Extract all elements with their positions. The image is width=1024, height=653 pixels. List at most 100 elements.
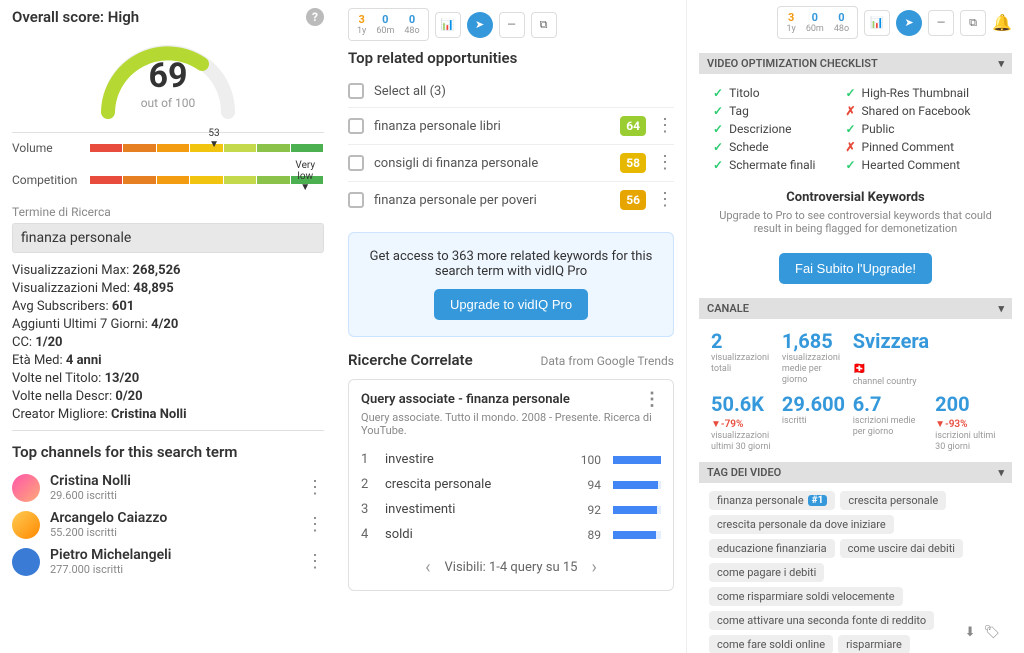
time-badges: 31y 060m 048o 📊 ➤ — ⧉ xyxy=(348,8,674,41)
check-icon: ✓ xyxy=(845,158,855,172)
checklist-item: ✓Descrizione xyxy=(713,120,815,138)
time-badge[interactable]: 060m xyxy=(806,11,824,34)
controversial-title: Controversial Keywords xyxy=(719,190,992,205)
tag[interactable]: crescita personale da dove iniziare xyxy=(709,515,894,534)
time-badge[interactable]: 048o xyxy=(404,13,419,36)
next-icon[interactable]: › xyxy=(591,557,596,578)
query-row[interactable]: 4 soldi 89 xyxy=(361,522,661,547)
channel-row[interactable]: Arcangelo Caiazzo 55.200 iscritti ⋮ xyxy=(12,506,324,543)
cross-icon: ✗ xyxy=(845,140,855,154)
opportunity-text: consigli di finanza personale xyxy=(374,156,610,171)
right-panel: 31y 060m 048o 📊 ➤ — ⧉ 🔔 VIDEO OPTIMIZATION… xyxy=(686,0,1024,653)
time-badge[interactable]: 31y xyxy=(357,13,366,36)
tag[interactable]: come risparmiare soldi velocemente xyxy=(709,587,903,606)
query-row[interactable]: 3 investimenti 92 xyxy=(361,497,661,522)
time-badge[interactable]: 048o xyxy=(834,11,849,34)
query-term: crescita personale xyxy=(385,477,561,492)
check-icon: ✓ xyxy=(713,158,723,172)
tag-icon[interactable]: 🏷 xyxy=(983,625,1000,640)
opportunity-row[interactable]: finanza personale per poveri 56 ⋮ xyxy=(348,182,674,218)
dash-icon[interactable]: — xyxy=(499,12,525,38)
download-icon[interactable]: ⬇ xyxy=(965,625,976,640)
checklist-item: ✓Public xyxy=(845,120,970,138)
time-badge[interactable]: 31y xyxy=(786,11,795,34)
share-icon[interactable]: ➤ xyxy=(467,12,493,38)
query-bar xyxy=(613,456,661,464)
controversial-sub: Upgrade to Pro to see controversial keyw… xyxy=(719,209,992,235)
opportunity-row[interactable]: finanza personale libri 64 ⋮ xyxy=(348,108,674,145)
tags-header[interactable]: TAG DEI VIDEO▾ xyxy=(699,462,1012,483)
prev-icon[interactable]: ‹ xyxy=(425,557,430,578)
tag[interactable]: risparmiare xyxy=(838,635,910,653)
check-icon: ✓ xyxy=(713,104,723,118)
collapse-icon[interactable]: ▾ xyxy=(998,466,1004,479)
checkbox-icon[interactable] xyxy=(348,118,364,134)
score-outof: out of 100 xyxy=(88,96,248,110)
checklist-header[interactable]: VIDEO OPTIMIZATION CHECKLIST▾ xyxy=(699,53,1012,74)
pager-text: Visibili: 1-4 query su 15 xyxy=(445,560,578,575)
channel-row[interactable]: Cristina Nolli 29.600 iscritti ⋮ xyxy=(12,469,324,506)
stat-cell: 2 visualizzazioni totali xyxy=(711,329,776,388)
help-icon[interactable]: ? xyxy=(306,8,324,26)
collapse-icon[interactable]: ▾ xyxy=(998,302,1004,315)
chart-icon[interactable]: 📊 xyxy=(435,12,461,38)
data-source: Data from Google Trends xyxy=(540,354,674,368)
tag[interactable]: crescita personale xyxy=(840,491,946,510)
query-bar xyxy=(613,506,661,514)
volume-meter: Volume 53 xyxy=(12,141,324,155)
competition-meter: Competition Very low xyxy=(12,173,324,187)
checkbox-icon[interactable] xyxy=(348,192,364,208)
tag[interactable]: come attivare una seconda fonte di reddi… xyxy=(709,611,934,630)
tag[interactable]: educazione finanziaria xyxy=(709,539,835,558)
term-label: Termine di Ricerca xyxy=(12,205,324,219)
share-icon[interactable]: ➤ xyxy=(896,10,922,36)
query-row[interactable]: 1 investire 100 xyxy=(361,447,661,472)
check-icon: ✓ xyxy=(713,140,723,154)
bell-icon[interactable]: 🔔 xyxy=(992,13,1012,32)
opportunity-text: finanza personale per poveri xyxy=(374,193,610,208)
check-icon: ✓ xyxy=(845,86,855,100)
channel-name: Arcangelo Caiazzo xyxy=(50,510,296,526)
select-all-row[interactable]: Select all (3) xyxy=(348,75,674,108)
add-panel-icon[interactable]: ⧉ xyxy=(960,10,986,36)
cross-icon: ✗ xyxy=(845,104,855,118)
checklist-item: ✓Hearted Comment xyxy=(845,156,970,174)
collapse-icon[interactable]: ▾ xyxy=(998,57,1004,70)
stat-cell: 29.600 iscritti xyxy=(782,392,847,453)
canale-header[interactable]: CANALE▾ xyxy=(699,298,1012,319)
upgrade-now-button[interactable]: Fai Subito l'Upgrade! xyxy=(779,253,932,284)
checkbox-icon[interactable] xyxy=(348,83,364,99)
opportunity-row[interactable]: consigli di finanza personale 58 ⋮ xyxy=(348,145,674,182)
query-title: Query associate - finanza personale xyxy=(361,392,570,407)
query-sub: Query associate. Tutto il mondo. 2008 - … xyxy=(361,411,661,437)
query-bar xyxy=(613,481,661,489)
overall-score-label: Overall score: High xyxy=(12,8,139,26)
checklist-item: ✓Schermate finali xyxy=(713,156,815,174)
top-channels-heading: Top channels for this search term xyxy=(12,443,324,461)
checklist-item: ✓High-Res Thumbnail xyxy=(845,84,970,102)
upsell-text: Get access to 363 more related keywords … xyxy=(365,249,657,279)
query-bar xyxy=(613,531,661,539)
chart-icon[interactable]: 📊 xyxy=(864,10,890,36)
query-term: investimenti xyxy=(385,502,561,517)
add-panel-icon[interactable]: ⧉ xyxy=(531,12,557,38)
tag[interactable]: finanza personale #1 xyxy=(709,491,835,510)
channel-subs: 277.000 iscritti xyxy=(50,563,296,576)
query-row[interactable]: 2 crescita personale 94 xyxy=(361,472,661,497)
query-term: soldi xyxy=(385,527,561,542)
time-badge[interactable]: 060m xyxy=(376,13,394,36)
tag[interactable]: come fare soldi online xyxy=(709,635,833,653)
stat-cell: 6.7 iscrizioni medie per giorno xyxy=(853,392,929,453)
search-term: finanza personale xyxy=(12,223,324,253)
checklist-item: ✗Pinned Comment xyxy=(845,138,970,156)
checklist-item: ✗Shared on Facebook xyxy=(845,102,970,120)
left-panel: Overall score: High ? 69 out of 100 Volu… xyxy=(0,0,336,653)
checkbox-icon[interactable] xyxy=(348,155,364,171)
query-term: investire xyxy=(385,452,561,467)
tag[interactable]: come uscire dai debiti xyxy=(840,539,963,558)
channel-row[interactable]: Pietro Michelangeli 277.000 iscritti ⋮ xyxy=(12,543,324,580)
stat-cell: Svizzera 🇨🇭 channel country xyxy=(853,329,929,388)
tag[interactable]: come pagare i debiti xyxy=(709,563,824,582)
upgrade-button[interactable]: Upgrade to vidIQ Pro xyxy=(434,289,588,320)
dash-icon[interactable]: — xyxy=(928,10,954,36)
